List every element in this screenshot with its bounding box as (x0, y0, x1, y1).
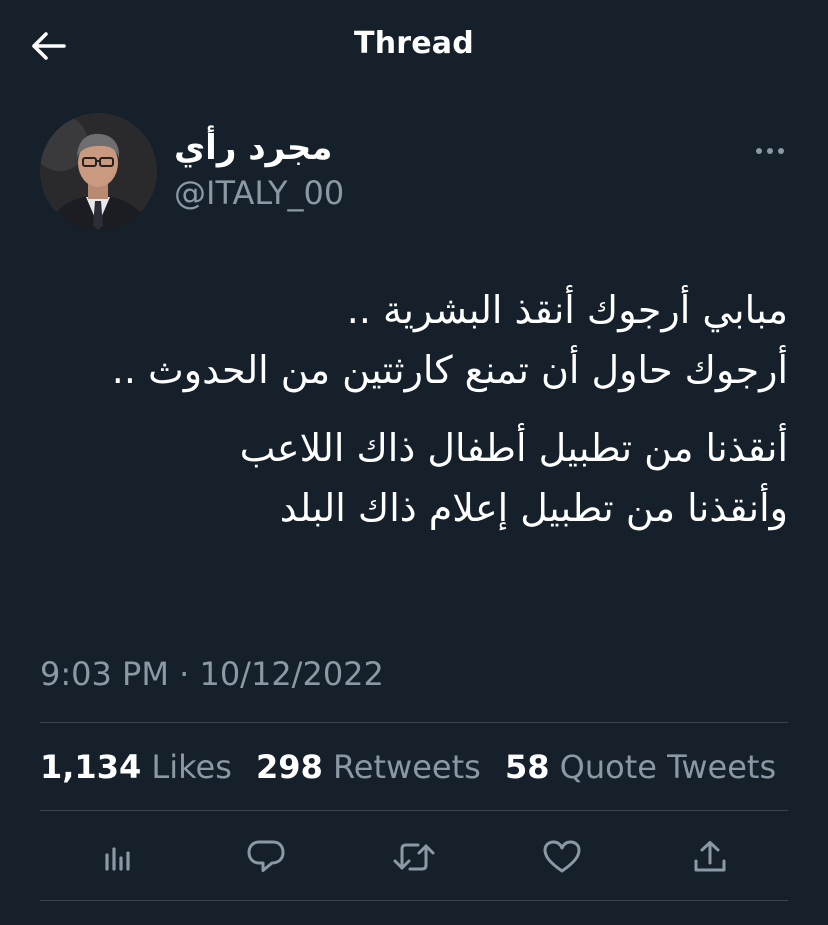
display-name[interactable]: مجرد رأي (174, 128, 332, 168)
tweet-timestamp[interactable]: 9:03 PM · 10/12/2022 (40, 655, 384, 693)
retweet-button[interactable] (389, 832, 439, 882)
like-icon (543, 840, 581, 873)
tweet-line: أرجوك حاول أن تمنع كارثتين من الحدوث .. (111, 348, 788, 392)
retweet-icon (393, 843, 435, 871)
likes-count: 1,134 (40, 748, 142, 786)
tweet-line: مبابي أرجوك أنقذ البشرية .. (346, 288, 788, 332)
divider (40, 722, 788, 723)
retweets-stat[interactable]: 298 Retweets (256, 748, 481, 786)
analytics-icon (105, 847, 130, 871)
page-title: Thread (354, 26, 474, 61)
quotes-count: 58 (504, 748, 550, 786)
divider (40, 900, 788, 901)
retweets-count: 298 (256, 748, 323, 786)
more-options-button[interactable] (750, 138, 790, 164)
like-button[interactable] (537, 832, 587, 882)
divider (40, 810, 788, 811)
quotes-stat[interactable]: 58 Quote Tweets (505, 748, 776, 786)
more-icon (756, 148, 784, 154)
quotes-label: Quote Tweets (559, 748, 777, 786)
action-bar (40, 832, 788, 882)
share-icon (694, 841, 726, 872)
tweet-stats: 1,134 Likes 298 Retweets 58 Quote Tweets (40, 748, 790, 786)
reply-icon (247, 840, 285, 872)
header: Thread (0, 0, 828, 90)
tweet-paragraph-1: مبابي أرجوك أنقذ البشرية .. أرجوك حاول أ… (40, 280, 788, 400)
share-button[interactable] (685, 832, 735, 882)
reply-button[interactable] (241, 832, 291, 882)
profile-photo (40, 113, 157, 230)
tweet-line: وأنقذنا من تطبيل إعلام ذاك البلد (279, 486, 788, 530)
user-handle[interactable]: @ITALY_00 (174, 174, 344, 212)
avatar[interactable] (40, 113, 157, 230)
tweet-line: أنقذنا من تطبيل أطفال ذاك اللاعب (239, 426, 788, 470)
likes-stat[interactable]: 1,134 Likes (40, 748, 232, 786)
tweet-paragraph-2: أنقذنا من تطبيل أطفال ذاك اللاعب وأنقذنا… (40, 418, 788, 538)
analytics-button[interactable] (93, 832, 143, 882)
retweets-label: Retweets (333, 748, 481, 786)
likes-label: Likes (151, 748, 232, 786)
